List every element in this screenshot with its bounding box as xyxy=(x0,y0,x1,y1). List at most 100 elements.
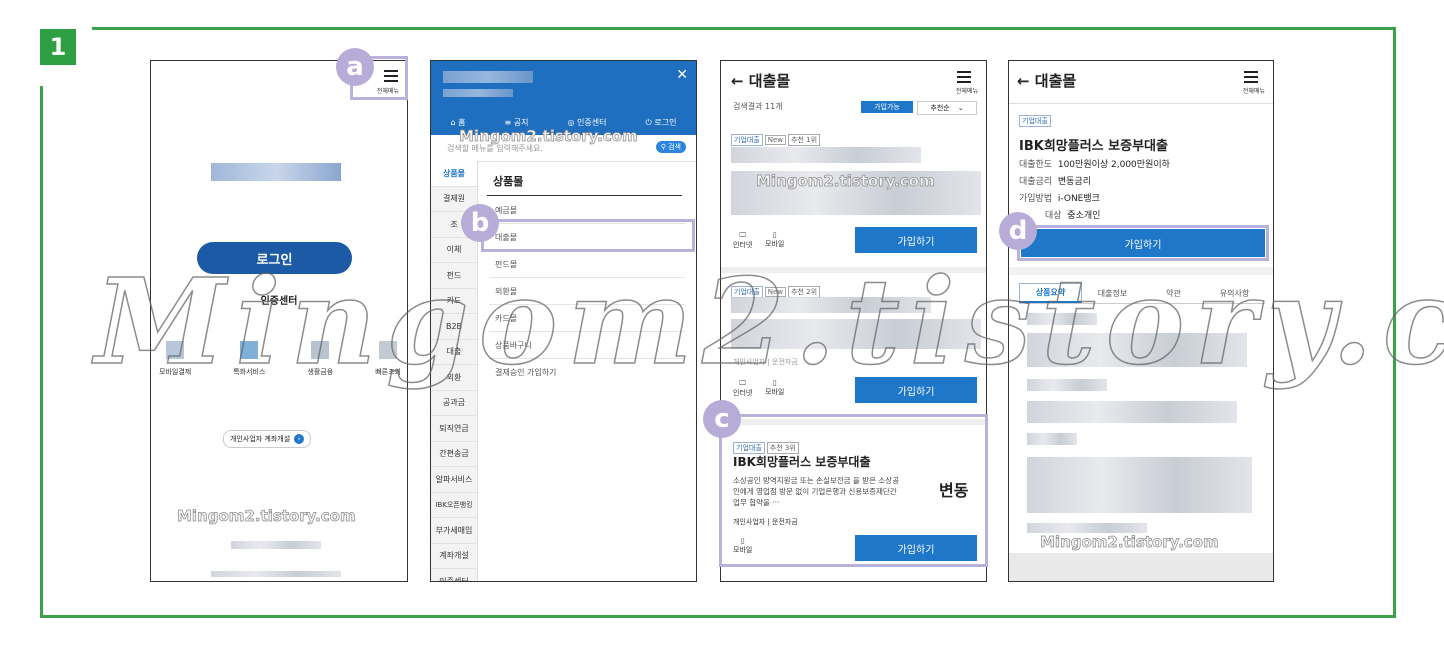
sidebar-item-openbanking[interactable]: IBK오픈뱅킹 xyxy=(431,492,477,518)
menu-header: ✕ xyxy=(431,61,696,109)
tab-terms[interactable]: 약관 xyxy=(1143,283,1204,303)
watermark-small-1: Mingom2.tistory.com xyxy=(177,507,356,526)
business-account-link[interactable]: 개인사업자 계좌개설 › xyxy=(223,430,312,448)
watermark-small-4: Mingom2.tistory.com xyxy=(1040,533,1219,552)
tab-loan-info[interactable]: 대출정보 xyxy=(1082,283,1143,303)
blurred-footer-text-2 xyxy=(211,571,341,577)
screen-loan-detail: ← 대출몰 전체메뉴 기업대출 IBK희망플러스 보증부대출 대출한도 100만… xyxy=(1008,60,1274,582)
channel-internet: 🖵 인터넷 xyxy=(733,231,753,249)
channel-internet: 🖵 인터넷 xyxy=(733,379,753,397)
menu-item-card[interactable]: 카드몰 xyxy=(489,305,685,332)
menu-item-fund[interactable]: 펀드몰 xyxy=(489,251,685,278)
menu-label: 전체메뉴 xyxy=(1242,88,1265,95)
mobile-pay-icon xyxy=(166,341,185,359)
row-rate: 대출금리 변동금리 xyxy=(1019,177,1091,187)
card-meta: 개인사업자 | 운전자금 xyxy=(733,358,798,366)
frame-right-line xyxy=(1393,27,1396,618)
section-divider xyxy=(487,195,682,196)
close-icon[interactable]: ✕ xyxy=(676,67,688,83)
filter-sort[interactable]: 추천순 ⌄ xyxy=(917,101,977,115)
nav-login[interactable]: ⏻ 로그인 xyxy=(646,117,677,128)
sidebar-item-transfer[interactable]: 이체 xyxy=(431,237,477,263)
sidebar-item-utility[interactable]: 공과금 xyxy=(431,390,477,416)
special-service-icon xyxy=(240,341,259,359)
row-target: 대상 중소개인 xyxy=(1045,211,1101,221)
detail-divider xyxy=(1009,103,1273,104)
row-limit: 대출한도 100만원이상 2,000만원이하 xyxy=(1019,160,1170,170)
marker-a: a xyxy=(336,48,374,86)
blurred-logo xyxy=(211,163,341,181)
monitor-icon: 🖵 xyxy=(739,379,747,387)
filter-available[interactable]: 가입가능 xyxy=(861,101,913,113)
section-title: 상품몰 xyxy=(493,175,524,188)
menu-button[interactable]: 전체메뉴 xyxy=(948,69,978,95)
blurred-product-name xyxy=(731,147,921,163)
bottom-gray-bar xyxy=(1009,553,1273,581)
blurred-summary-7 xyxy=(1027,523,1147,533)
sidebar-item-fund[interactable]: 펀드 xyxy=(431,263,477,289)
mobile-icon: ▯ xyxy=(772,231,777,239)
result-count: 검색결과 11개 xyxy=(733,102,783,111)
blurred-summary-3 xyxy=(1027,379,1107,391)
blurred-footer-text xyxy=(231,541,321,549)
sidebar-item-card[interactable]: 카드 xyxy=(431,288,477,314)
nav-notice[interactable]: ≡ 공지 xyxy=(505,117,529,128)
sidebar-item-loan[interactable]: 대출 xyxy=(431,339,477,365)
sidebar-item-account-open[interactable]: 계좌개설 xyxy=(431,543,477,569)
sidebar-item-auth[interactable]: 인증센터 xyxy=(431,569,477,581)
row-method: 가입방법 i-ONE뱅크 xyxy=(1019,194,1100,204)
menu-item-basket[interactable]: 상품바구니 xyxy=(489,332,685,359)
quick-item-life[interactable]: 생활금융 xyxy=(307,341,333,377)
product-title: IBK희망플러스 보증부대출 xyxy=(1019,139,1168,154)
menu-button[interactable]: 전체메뉴 xyxy=(1235,69,1265,95)
sidebar-item-foreign[interactable]: 외환 xyxy=(431,365,477,391)
join-button-1[interactable]: 가입하기 xyxy=(855,227,977,253)
sidebar-item-alpha[interactable]: 알파서비스 xyxy=(431,467,477,493)
blurred-summary-2 xyxy=(1027,333,1247,367)
sidebar-item-product-mall[interactable]: 상품몰 xyxy=(431,161,477,187)
blurred-user-name xyxy=(443,71,533,83)
search-icon: ⚲ xyxy=(660,143,669,151)
highlight-d xyxy=(1017,225,1269,261)
life-finance-icon xyxy=(311,341,330,359)
back-title[interactable]: ← 대출몰 xyxy=(731,70,790,91)
search-button[interactable]: ⚲ 검색 xyxy=(655,141,686,153)
join-button-2[interactable]: 가입하기 xyxy=(855,377,977,403)
quick-item-fast[interactable]: 빠른조회 xyxy=(375,341,401,377)
auth-center-title[interactable]: 인증센터 xyxy=(151,292,407,307)
loan-card-2: 기업대출 New 추천 2위 개인사업자 | 운전자금 🖵 인터넷 ▯ 모바일 가입하기 xyxy=(721,273,986,413)
quick-item-mobile-pay[interactable]: 모바일결제 xyxy=(159,341,191,377)
quick-item-special[interactable]: 특화서비스 xyxy=(233,341,265,377)
monitor-icon: 🖵 xyxy=(739,231,747,239)
channel-mobile: ▯ 모바일 xyxy=(765,231,785,248)
hamburger-icon xyxy=(957,71,971,83)
step-number-badge: 1 xyxy=(40,29,76,65)
product-tag: 기업대출 xyxy=(1019,115,1051,127)
sidebar-item-pension[interactable]: 퇴직연금 xyxy=(431,416,477,442)
marker-b: b xyxy=(461,204,499,242)
detail-rows: 대출한도 100만원이상 2,000만원이하 대출금리 변동금리 가입방법 i-… xyxy=(1019,157,1170,225)
detail-tabs: 상품요약 대출정보 약관 유의사항 xyxy=(1019,283,1265,304)
card-tags: 기업대출 New 추천 1위 xyxy=(731,127,822,146)
tab-notice[interactable]: 유의사항 xyxy=(1204,283,1265,303)
blurred-product-name xyxy=(731,297,931,313)
login-button[interactable]: 로그인 xyxy=(197,242,352,274)
blurred-summary-5 xyxy=(1027,433,1077,445)
sidebar-item-easy-transfer[interactable]: 간편송금 xyxy=(431,441,477,467)
back-title[interactable]: ← 대출몰 xyxy=(1017,70,1076,91)
blurred-summary-6 xyxy=(1027,457,1252,513)
frame-left-line xyxy=(40,86,43,618)
nav-home[interactable]: ⌂ 홈 xyxy=(451,117,466,128)
nav-auth[interactable]: ◎ 인증센터 xyxy=(568,117,607,128)
channel-mobile: ▯ 모바일 xyxy=(765,379,785,396)
blurred-user-info xyxy=(443,89,513,97)
menu-item-foreign[interactable]: 외환몰 xyxy=(489,278,685,305)
tab-summary[interactable]: 상품요약 xyxy=(1019,283,1082,303)
watermark-small-2: Mingom2.tistory.com xyxy=(459,127,638,146)
sidebar-item-b2b[interactable]: B2B xyxy=(431,314,477,340)
chevron-down-icon: ⌄ xyxy=(957,104,964,112)
sidebar-item-vat[interactable]: 부가세매입 xyxy=(431,518,477,544)
watermark-small-3: Mingom2.tistory.com xyxy=(756,172,935,191)
screen-home: 전체메뉴 로그인 인증센터 모바일결제 특화서비스 생활금융 빠른조회 개인사업… xyxy=(150,60,408,582)
menu-item-approval[interactable]: 결재승인 가입하기 xyxy=(489,359,685,385)
